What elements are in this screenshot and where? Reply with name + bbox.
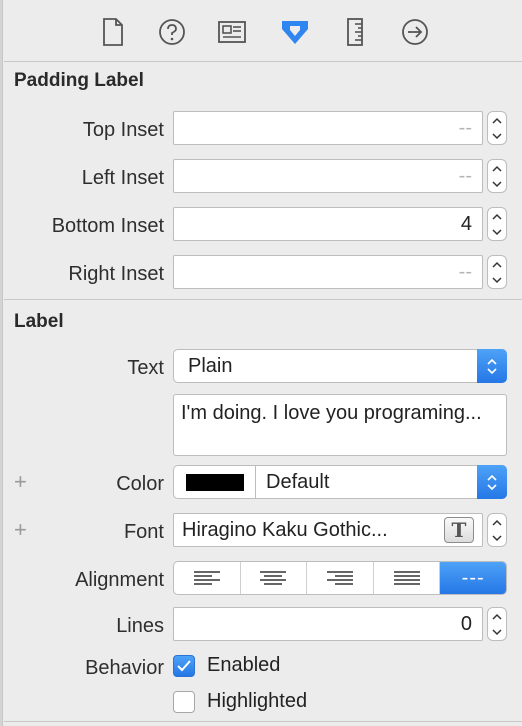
chevron-up-icon xyxy=(492,261,502,268)
alignment-label: Alignment xyxy=(75,569,164,591)
align-right-button[interactable] xyxy=(307,562,374,594)
font-size-stepper[interactable] xyxy=(487,513,507,547)
attributes-inspector-tab[interactable] xyxy=(279,16,311,48)
align-right-icon xyxy=(326,571,353,585)
label-section-title: Label xyxy=(14,311,64,332)
identity-inspector-tab[interactable] xyxy=(216,16,248,48)
lines-label: Lines xyxy=(116,615,164,637)
chevron-up-icon xyxy=(487,474,497,481)
bottom-inset-stepper[interactable] xyxy=(487,207,507,241)
lines-stepper[interactable] xyxy=(487,607,507,641)
align-center-button[interactable] xyxy=(241,562,308,594)
behavior-label: Behavior xyxy=(85,657,164,679)
font-field[interactable]: Hiragino Kaku Gothic... T xyxy=(173,513,483,547)
connections-inspector-tab[interactable] xyxy=(399,16,431,48)
enabled-checkbox-row[interactable]: Enabled xyxy=(173,654,280,677)
text-label: Text xyxy=(127,357,164,379)
color-swatch xyxy=(185,473,244,491)
file-icon xyxy=(103,18,123,46)
help-icon xyxy=(159,19,185,45)
popup-arrows xyxy=(477,465,507,499)
highlighted-label: Highlighted xyxy=(207,690,308,712)
align-natural-button[interactable]: --- xyxy=(440,562,506,594)
size-inspector-tab[interactable] xyxy=(339,16,371,48)
right-inset-field[interactable]: -- xyxy=(173,255,483,289)
popup-arrows xyxy=(477,349,507,383)
chevron-down-icon xyxy=(492,628,502,635)
help-inspector-tab[interactable] xyxy=(156,16,188,48)
checkmark-icon xyxy=(177,659,191,671)
padding-section-title: Padding Label xyxy=(14,70,144,91)
inspector-toolbar xyxy=(4,0,522,62)
highlighted-checkbox-row[interactable]: Highlighted xyxy=(173,690,307,713)
lines-field[interactable]: 0 xyxy=(173,607,483,641)
top-inset-label: Top Inset xyxy=(82,119,164,141)
chevron-down-icon xyxy=(492,180,502,187)
chevron-up-icon xyxy=(492,213,502,220)
bottom-divider xyxy=(4,721,522,722)
chevron-up-icon xyxy=(487,358,497,365)
right-inset-stepper[interactable] xyxy=(487,255,507,289)
chevron-up-icon xyxy=(492,165,502,172)
top-inset-field[interactable]: -- xyxy=(173,111,483,145)
chevron-down-icon xyxy=(492,276,502,283)
color-label: Color xyxy=(116,473,164,495)
identity-icon xyxy=(218,21,246,43)
file-inspector-tab[interactable] xyxy=(97,16,129,48)
align-left-button[interactable] xyxy=(174,562,241,594)
ruler-icon xyxy=(347,18,363,46)
chevron-down-icon xyxy=(492,228,502,235)
font-value: Hiragino Kaku Gothic... xyxy=(182,518,388,541)
section-divider xyxy=(4,299,522,300)
color-swatch-well[interactable] xyxy=(173,465,255,499)
bottom-inset-label: Bottom Inset xyxy=(51,215,164,237)
bottom-inset-field[interactable]: 4 xyxy=(173,207,483,241)
attributes-icon xyxy=(282,21,308,44)
chevron-down-icon xyxy=(492,132,502,139)
right-inset-label: Right Inset xyxy=(68,263,164,285)
highlighted-checkbox[interactable] xyxy=(173,690,195,713)
text-value-area[interactable]: I'm doing. I love you programing... xyxy=(173,394,507,456)
chevron-up-icon xyxy=(492,519,502,526)
color-value: Default xyxy=(266,470,330,493)
chevron-up-icon xyxy=(492,117,502,124)
enabled-label: Enabled xyxy=(207,654,281,676)
top-inset-stepper[interactable] xyxy=(487,111,507,145)
left-inset-field[interactable]: -- xyxy=(173,159,483,193)
enabled-checkbox[interactable] xyxy=(173,654,195,677)
chevron-down-icon xyxy=(487,367,497,374)
chevron-down-icon xyxy=(492,534,502,541)
font-label: Font xyxy=(123,521,164,543)
align-center-icon xyxy=(260,571,287,585)
alignment-segmented-control: --- xyxy=(173,561,507,595)
chevron-up-icon xyxy=(492,613,502,620)
chevron-down-icon xyxy=(487,483,497,490)
connections-icon xyxy=(402,19,428,45)
align-justified-button[interactable] xyxy=(374,562,441,594)
left-inset-stepper[interactable] xyxy=(487,159,507,193)
text-type-value: Plain xyxy=(188,354,233,377)
font-picker-button[interactable]: T xyxy=(444,517,474,543)
text-type-popup[interactable]: Plain xyxy=(173,349,507,383)
inspector-left-edge xyxy=(0,0,3,726)
align-justified-icon xyxy=(393,571,420,585)
color-popup[interactable]: Default xyxy=(255,465,507,499)
align-left-icon xyxy=(193,571,220,585)
left-inset-label: Left Inset xyxy=(81,167,164,189)
